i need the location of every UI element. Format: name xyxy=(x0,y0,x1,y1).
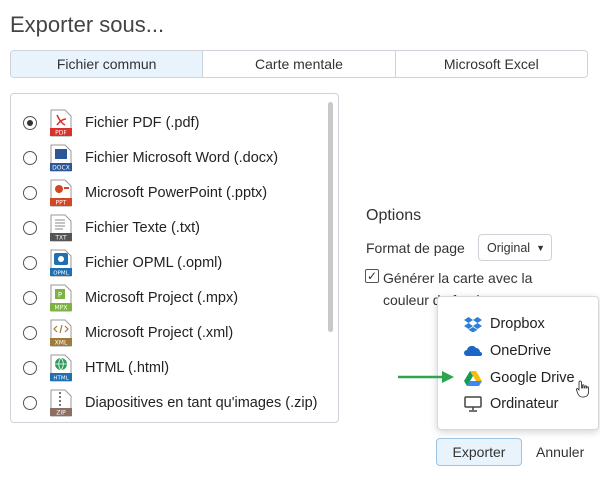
page-format-value: Original xyxy=(487,240,531,255)
destination-label: Dropbox xyxy=(490,316,545,332)
pdf-file-icon: PDF xyxy=(50,109,72,137)
format-option-pptx[interactable]: PPT Microsoft PowerPoint (.pptx) xyxy=(23,178,267,208)
svg-text:TXT: TXT xyxy=(54,235,67,242)
format-option-opml[interactable]: OPML Fichier OPML (.opml) xyxy=(23,248,222,278)
page-format-select[interactable]: Original ▼ xyxy=(478,234,552,261)
svg-text:MPX: MPX xyxy=(55,305,68,312)
svg-text:OPML: OPML xyxy=(53,271,69,277)
options-title: Options xyxy=(366,207,422,224)
destination-label: Ordinateur xyxy=(490,396,559,412)
radio-button[interactable] xyxy=(23,256,37,270)
format-label: Fichier Microsoft Word (.docx) xyxy=(85,150,279,166)
format-label: Fichier PDF (.pdf) xyxy=(85,115,200,131)
format-option-pdf[interactable]: PDF Fichier PDF (.pdf) xyxy=(23,108,199,138)
tab-carte-mentale[interactable]: Carte mentale xyxy=(203,51,396,77)
radio-button[interactable] xyxy=(23,396,37,410)
background-color-checkbox[interactable]: ✓ xyxy=(365,269,379,283)
format-label: Diapositives en tant qu'images (.zip) xyxy=(85,395,318,411)
radio-button[interactable] xyxy=(23,291,37,305)
format-option-html[interactable]: HTML HTML (.html) xyxy=(23,353,169,383)
caret-down-icon: ▼ xyxy=(536,242,545,253)
dropbox-icon xyxy=(464,317,482,332)
destination-dropdown: Dropbox OneDrive Google Drive Ordinateur xyxy=(437,296,599,430)
radio-button[interactable] xyxy=(23,151,37,165)
xml-file-icon: XML xyxy=(50,319,72,347)
docx-file-icon: DOCX xyxy=(50,144,72,172)
cancel-button[interactable]: Annuler xyxy=(536,444,584,460)
destination-label: Google Drive xyxy=(490,370,575,386)
zip-file-icon: ZIP xyxy=(50,389,72,417)
format-option-mpx[interactable]: P MPX Microsoft Project (.mpx) xyxy=(23,283,238,313)
format-label: Fichier OPML (.opml) xyxy=(85,255,223,271)
format-label: Microsoft Project (.mpx) xyxy=(85,290,239,306)
svg-text:P: P xyxy=(58,291,62,299)
svg-text:DOCX: DOCX xyxy=(52,165,70,172)
txt-file-icon: TXT xyxy=(50,214,72,242)
tab-microsoft-excel[interactable]: Microsoft Excel xyxy=(395,51,587,77)
export-button[interactable]: Exporter xyxy=(436,438,522,466)
destination-onedrive[interactable]: OneDrive xyxy=(464,339,551,363)
ppt-file-icon: PPT xyxy=(50,179,72,207)
svg-text:PDF: PDF xyxy=(55,130,67,137)
html-file-icon: HTML xyxy=(50,354,72,382)
format-option-docx[interactable]: DOCX Fichier Microsoft Word (.docx) xyxy=(23,143,278,173)
format-label: Fichier Texte (.txt) xyxy=(85,220,200,236)
svg-text:PPT: PPT xyxy=(56,200,67,207)
svg-text:XML: XML xyxy=(55,340,68,347)
computer-icon xyxy=(464,396,482,412)
export-tabs: Fichier commun Carte mentale Microsoft E… xyxy=(10,50,588,78)
destination-google-drive[interactable]: Google Drive xyxy=(464,366,575,390)
opml-file-icon: OPML xyxy=(50,249,72,277)
radio-button[interactable] xyxy=(23,116,37,130)
svg-text:ZIP: ZIP xyxy=(56,410,66,417)
dialog-title: Exporter sous... xyxy=(10,12,165,37)
page-format-label: Format de page xyxy=(366,240,465,256)
mpx-file-icon: P MPX xyxy=(50,284,72,312)
onedrive-icon xyxy=(464,345,482,356)
tab-fichier-commun[interactable]: Fichier commun xyxy=(11,51,204,77)
radio-button[interactable] xyxy=(23,361,37,375)
radio-button[interactable] xyxy=(23,326,37,340)
format-option-zip[interactable]: ZIP Diapositives en tant qu'images (.zip… xyxy=(23,388,317,418)
destination-label: OneDrive xyxy=(490,343,552,359)
destination-ordinateur[interactable]: Ordinateur xyxy=(464,392,559,416)
format-option-xml[interactable]: XML Microsoft Project (.xml) xyxy=(23,318,233,348)
format-label: Microsoft Project (.xml) xyxy=(85,325,234,341)
radio-button[interactable] xyxy=(23,221,37,235)
format-option-txt[interactable]: TXT Fichier Texte (.txt) xyxy=(23,213,200,243)
google-drive-icon xyxy=(464,371,482,386)
format-list: PDF Fichier PDF (.pdf) DOCX Fichier Micr… xyxy=(10,93,339,423)
hand-cursor-icon xyxy=(576,380,589,398)
svg-text:HTML: HTML xyxy=(53,376,69,382)
pointer-arrow-icon xyxy=(398,371,454,383)
format-label: Microsoft PowerPoint (.pptx) xyxy=(85,185,268,201)
format-label: HTML (.html) xyxy=(85,360,170,376)
radio-button[interactable] xyxy=(23,186,37,200)
scrollbar[interactable] xyxy=(328,102,333,332)
destination-dropbox[interactable]: Dropbox xyxy=(464,312,545,336)
